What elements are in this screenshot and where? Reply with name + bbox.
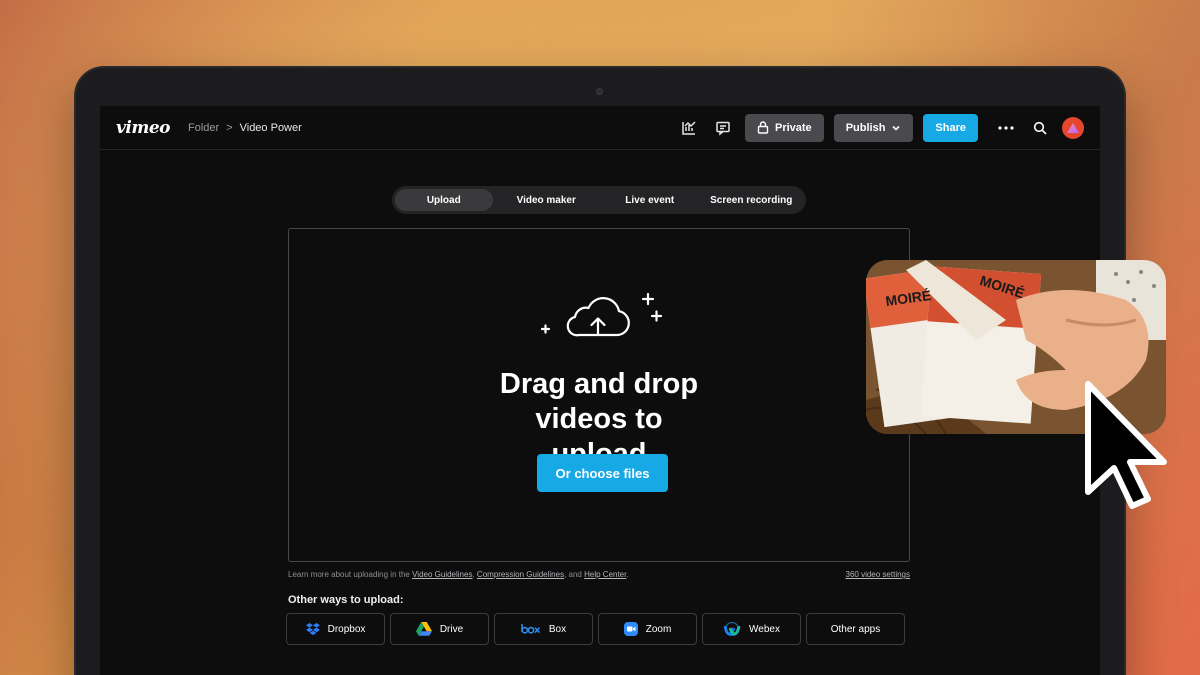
analytics-chart-icon[interactable] (677, 116, 701, 140)
dropbox-button[interactable]: Dropbox (286, 613, 385, 645)
webex-button[interactable]: Webex (702, 613, 801, 645)
compression-guidelines-link[interactable]: Compression Guidelines (477, 570, 564, 579)
drive-button[interactable]: Drive (390, 613, 489, 645)
webex-label: Webex (749, 623, 780, 635)
zoom-button[interactable]: Zoom (598, 613, 697, 645)
other-apps-button[interactable]: Other apps (806, 613, 905, 645)
zoom-label: Zoom (645, 623, 672, 635)
google-drive-icon (415, 622, 432, 636)
video-guidelines-link[interactable]: Video Guidelines (412, 570, 472, 579)
chevron-down-icon (892, 125, 900, 131)
more-dots-icon[interactable] (994, 116, 1018, 140)
upload-tabs: Upload Video maker Live event Screen rec… (392, 186, 806, 214)
box-icon (521, 624, 540, 634)
learn-more-row: Learn more about uploading in the Video … (288, 570, 910, 579)
dropbox-icon (305, 623, 320, 635)
learn-more-prefix: Learn more about uploading in the (288, 570, 410, 579)
other-ways-label: Other ways to upload: (288, 594, 404, 606)
other-apps-label: Other apps (830, 623, 881, 635)
breadcrumb-current: Video Power (239, 121, 302, 134)
drive-label: Drive (439, 623, 464, 635)
tab-screen-recording[interactable]: Screen recording (700, 189, 804, 211)
breadcrumb-separator: > (226, 121, 233, 134)
box-button[interactable]: Box (494, 613, 593, 645)
top-bar: vimeo Folder > Video Power Private Publi… (100, 106, 1100, 150)
toolbar: Private Publish Share (677, 113, 1084, 142)
webcam-dot (596, 88, 603, 95)
share-button[interactable]: Share (923, 113, 978, 142)
learn-more-sep2: , and (564, 570, 582, 579)
webex-icon (723, 622, 741, 636)
learn-more-text: Learn more about uploading in the Video … (288, 570, 629, 579)
breadcrumb-folder[interactable]: Folder (188, 122, 219, 134)
publish-button[interactable]: Publish (833, 113, 914, 142)
search-icon[interactable] (1028, 116, 1052, 140)
private-button[interactable]: Private (744, 113, 824, 142)
comments-icon[interactable] (711, 116, 735, 140)
tab-upload[interactable]: Upload (395, 189, 493, 211)
tab-video-maker[interactable]: Video maker (493, 189, 600, 211)
mouse-cursor-icon (1085, 381, 1167, 509)
tab-live-event[interactable]: Live event (600, 189, 700, 211)
lock-icon (757, 121, 769, 134)
upload-providers: Dropbox Drive Box Zoom Webex Other apps (286, 613, 905, 645)
learn-more-sep1: , (472, 570, 475, 579)
publish-label: Publish (845, 121, 886, 134)
choose-files-button[interactable]: Or choose files (537, 454, 668, 492)
avatar[interactable] (1062, 116, 1084, 139)
breadcrumb: Folder > Video Power (188, 122, 302, 134)
help-center-link[interactable]: Help Center (584, 570, 626, 579)
drop-zone[interactable]: Drag and drop videos to upload Or choose… (288, 228, 910, 562)
cloud-upload-icon (540, 293, 663, 337)
zoom-icon (623, 622, 638, 636)
360-video-settings-link[interactable]: 360 video settings (846, 570, 911, 579)
box-label: Box (548, 623, 567, 635)
private-label: Private (774, 121, 812, 134)
learn-more-suffix: . (626, 570, 629, 579)
dropbox-label: Dropbox (327, 623, 366, 635)
vimeo-logo[interactable]: vimeo (116, 118, 170, 138)
